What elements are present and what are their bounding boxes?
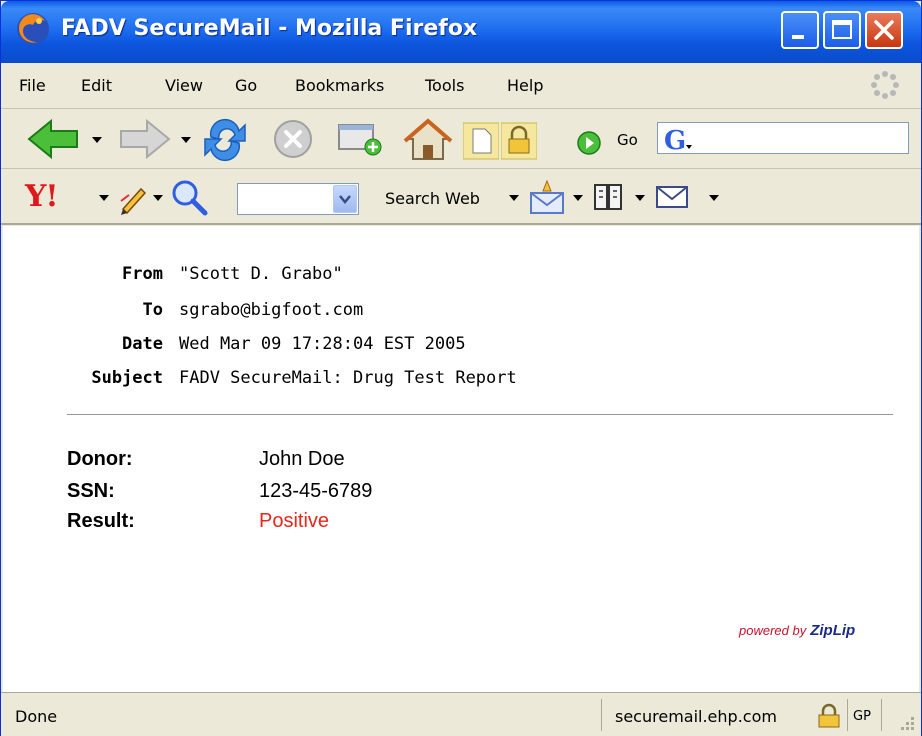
ziplip-logo: ZipLip (810, 622, 856, 639)
menu-bar: File Edit View Go Bookmarks Tools Help (1, 63, 921, 109)
status-separator (601, 699, 602, 731)
go-label[interactable]: Go (617, 131, 638, 149)
minimize-button[interactable] (781, 11, 819, 49)
yahoo-search-combo[interactable] (237, 183, 359, 215)
padlock-icon[interactable] (815, 703, 843, 729)
maximize-icon (832, 20, 852, 39)
to-value: sgrabo@bigfoot.com (179, 300, 364, 320)
search-input[interactable]: G (657, 122, 909, 154)
firefox-icon (17, 13, 49, 45)
throbber-icon (871, 71, 899, 99)
status-separator (881, 699, 882, 731)
browser-window: FADV SecureMail - Mozilla Firefox File E… (0, 0, 922, 736)
go-icon[interactable] (567, 117, 611, 161)
alert-dropdown-icon[interactable] (573, 195, 583, 201)
combo-dropdown-button[interactable] (333, 185, 357, 213)
subject-label: Subject (91, 368, 163, 388)
lock-icon[interactable] (501, 117, 537, 161)
status-bar: Done securemail.ehp.com GP (1, 692, 921, 736)
back-dropdown-icon[interactable] (92, 137, 102, 143)
back-icon[interactable] (25, 117, 85, 161)
result-label: Result: (67, 510, 135, 532)
reload-icon[interactable] (201, 117, 249, 163)
ssn-value: 123-45-6789 (259, 480, 373, 502)
search-web-dropdown-icon[interactable] (509, 195, 519, 201)
title-bar[interactable]: FADV SecureMail - Mozilla Firefox (1, 1, 921, 63)
donor-label: Donor: (67, 448, 133, 470)
mail-dropdown-icon[interactable] (709, 195, 719, 201)
from-label: From (122, 264, 163, 284)
date-label: Date (122, 334, 163, 354)
menu-tools[interactable]: Tools (425, 76, 464, 95)
powered-by-text: powered by (739, 623, 807, 638)
forward-dropdown-icon[interactable] (181, 137, 191, 143)
status-gp[interactable]: GP (853, 709, 871, 724)
close-icon (874, 20, 894, 40)
yahoo-toolbar: Y! Search Web (1, 169, 921, 225)
pencil-dropdown-icon[interactable] (153, 195, 163, 201)
menu-bookmarks[interactable]: Bookmarks (295, 76, 384, 95)
stop-icon[interactable] (271, 117, 315, 161)
book-dropdown-icon[interactable] (635, 195, 645, 201)
from-value: "Scott D. Grabo" (179, 264, 343, 284)
menu-view[interactable]: View (165, 76, 203, 95)
chevron-down-icon (339, 195, 351, 204)
to-label: To (142, 300, 163, 320)
menu-help[interactable]: Help (507, 76, 543, 95)
status-separator (847, 699, 848, 731)
yahoo-logo[interactable]: Y! (25, 179, 59, 214)
ssn-label: SSN: (67, 480, 115, 502)
yahoo-dropdown-icon[interactable] (99, 195, 109, 201)
result-value: Positive (259, 510, 330, 532)
menu-go[interactable]: Go (235, 76, 257, 95)
subject-value: FADV SecureMail: Drug Test Report (179, 368, 517, 388)
minimize-icon (792, 35, 804, 39)
maximize-button[interactable] (823, 11, 861, 49)
new-window-icon[interactable] (335, 117, 385, 161)
status-text: Done (15, 707, 58, 726)
navigation-toolbar: Go G (1, 109, 921, 169)
pencil-icon[interactable] (119, 181, 149, 215)
alert-mail-icon[interactable] (527, 177, 567, 217)
google-icon[interactable]: G (660, 123, 694, 153)
donor-value: John Doe (259, 448, 345, 470)
home-icon[interactable] (403, 117, 453, 163)
close-button[interactable] (865, 11, 903, 49)
status-url: securemail.ehp.com (615, 707, 777, 726)
mail-icon[interactable] (655, 183, 691, 211)
bookmark-book-icon[interactable] (591, 179, 627, 215)
forward-icon[interactable] (113, 117, 173, 161)
search-web-button[interactable]: Search Web (385, 189, 480, 208)
resize-grip-icon[interactable] (897, 713, 917, 733)
menu-file[interactable]: File (19, 76, 46, 95)
page-content: From "Scott D. Grabo" To sgrabo@bigfoot.… (3, 226, 919, 692)
magnifier-icon[interactable] (169, 179, 209, 217)
page-icon[interactable] (463, 117, 499, 161)
powered-by-footer[interactable]: powered by ZipLip (739, 622, 855, 639)
svg-text:G: G (664, 126, 686, 153)
menu-edit[interactable]: Edit (81, 76, 112, 95)
window-title: FADV SecureMail - Mozilla Firefox (61, 16, 478, 41)
header-divider (67, 414, 893, 415)
date-value: Wed Mar 09 17:28:04 EST 2005 (179, 334, 466, 354)
